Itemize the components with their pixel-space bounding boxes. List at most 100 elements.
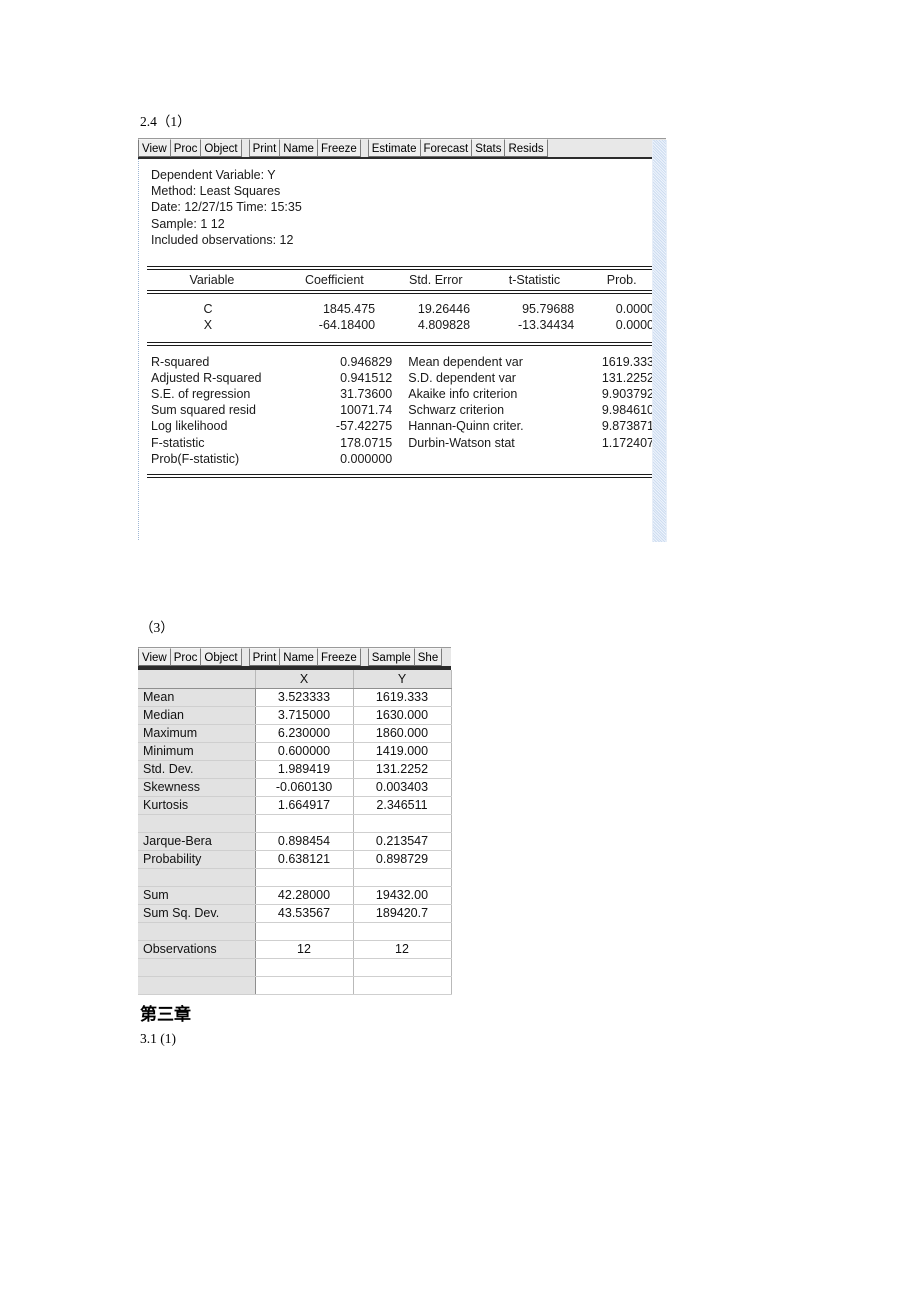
table-row[interactable]: Std. Dev. 1.989419 131.2252 xyxy=(138,760,452,779)
stat-row-12-x[interactable]: 43.53567 xyxy=(255,904,354,923)
stat-row-16-x xyxy=(255,976,354,995)
stat-row-3-x[interactable]: 0.600000 xyxy=(255,742,354,761)
table-row[interactable]: Maximum 6.230000 1860.000 xyxy=(138,724,452,743)
stat-row-11-label: Sum xyxy=(138,886,256,905)
stat-row-12-label: Sum Sq. Dev. xyxy=(138,904,256,923)
stat-row-1-x[interactable]: 3.715000 xyxy=(255,706,354,725)
col-header-coefficient: Coefficient xyxy=(304,273,364,288)
table-row[interactable]: Kurtosis 1.664917 2.346511 xyxy=(138,796,452,815)
summary-1-value-left: 0.941512 xyxy=(340,370,393,385)
stat-row-9-x[interactable]: 0.638121 xyxy=(255,850,354,869)
table-row[interactable]: Observations 12 12 xyxy=(138,940,452,959)
toolbar-button-proc[interactable]: Proc xyxy=(169,139,202,157)
equation-toolbar: View Proc Object Print Name Freeze Estimate F… xyxy=(138,138,666,159)
toolbar-button-name[interactable]: Name xyxy=(279,139,318,157)
stat-row-2-label: Maximum xyxy=(138,724,256,743)
coef-row-1-coefficient: -64.18400 xyxy=(318,318,376,333)
stat-row-1-y[interactable]: 1630.000 xyxy=(353,706,452,725)
toolbar-button-estimate[interactable]: Estimate xyxy=(367,139,421,157)
stats-toolbar-button-sheet[interactable]: She xyxy=(413,648,443,666)
stats-toolbar-button-freeze[interactable]: Freeze xyxy=(316,648,361,666)
dependent-variable-line: Dependent Variable: Y xyxy=(151,168,276,182)
stat-row-10-label xyxy=(138,868,256,887)
stats-toolbar-button-sample[interactable]: Sample xyxy=(367,648,415,666)
stat-row-10-x xyxy=(255,868,354,887)
toolbar-button-freeze[interactable]: Freeze xyxy=(316,139,361,157)
table-row[interactable]: Probability 0.638121 0.898729 xyxy=(138,850,452,869)
stat-row-16-label xyxy=(138,976,256,995)
rule-above-coef-header xyxy=(147,266,656,271)
table-row: Log likelihood -57.42275 Hannan-Quinn cr… xyxy=(139,418,666,434)
table-row[interactable]: Median 3.715000 1630.000 xyxy=(138,706,452,725)
toolbar-button-print[interactable]: Print xyxy=(248,139,281,157)
stats-toolbar-button-object[interactable]: Object xyxy=(200,648,242,666)
table-row[interactable]: Jarque-Bera 0.898454 0.213547 xyxy=(138,832,452,851)
table-row[interactable]: Skewness -0.060130 0.003403 xyxy=(138,778,452,797)
stat-row-0-y[interactable]: 1619.333 xyxy=(353,688,452,707)
stat-row-15-x xyxy=(255,958,354,977)
table-row-spacer xyxy=(138,814,452,833)
stat-row-7-label xyxy=(138,814,256,833)
stat-row-9-label: Probability xyxy=(138,850,256,869)
stat-row-5-y[interactable]: 0.003403 xyxy=(353,778,452,797)
coefficient-table-header-row: Variable Coefficient Std. Error t-Statis… xyxy=(139,272,666,288)
coef-row-0-variable: C xyxy=(203,302,213,317)
stat-row-5-label: Skewness xyxy=(138,778,256,797)
stat-row-9-y[interactable]: 0.898729 xyxy=(353,850,452,869)
date-time-line: Date: 12/27/15 Time: 15:35 xyxy=(151,200,302,215)
stats-toolbar-button-name[interactable]: Name xyxy=(279,648,318,666)
stats-toolbar-group-3: Sample She xyxy=(367,648,443,666)
coefficient-table: Variable Coefficient Std. Error t-Statis… xyxy=(139,272,666,288)
equation-window-vertical-scrollbar[interactable] xyxy=(652,140,667,542)
col-header-t-statistic: t-Statistic xyxy=(508,273,561,288)
table-row[interactable]: Minimum 0.600000 1419.000 xyxy=(138,742,452,761)
stat-row-3-y[interactable]: 1419.000 xyxy=(353,742,452,761)
toolbar-button-forecast[interactable]: Forecast xyxy=(419,139,473,157)
stat-row-5-x[interactable]: -0.060130 xyxy=(255,778,354,797)
descriptive-header-row: X Y xyxy=(138,670,452,689)
stats-toolbar-button-proc[interactable]: Proc xyxy=(169,648,202,666)
stats-toolbar-button-print[interactable]: Print xyxy=(248,648,281,666)
stat-row-11-y[interactable]: 19432.00 xyxy=(353,886,452,905)
toolbar-button-object[interactable]: Object xyxy=(200,139,242,157)
stat-row-12-y[interactable]: 189420.7 xyxy=(353,904,452,923)
coef-row-0-t-statistic: 95.79688 xyxy=(522,302,575,317)
table-row[interactable]: Sum Sq. Dev. 43.53567 189420.7 xyxy=(138,904,452,923)
stat-row-4-x[interactable]: 1.989419 xyxy=(255,760,354,779)
toolbar-button-view[interactable]: View xyxy=(138,139,171,157)
rule-above-summary xyxy=(147,341,656,346)
stat-row-7-y xyxy=(353,814,452,833)
table-row[interactable]: Sum 42.28000 19432.00 xyxy=(138,886,452,905)
stat-row-7-x xyxy=(255,814,354,833)
stat-row-4-label: Std. Dev. xyxy=(138,760,256,779)
sample-line: Sample: 1 12 xyxy=(151,216,225,231)
stat-row-4-y[interactable]: 131.2252 xyxy=(353,760,452,779)
stat-row-0-x[interactable]: 3.523333 xyxy=(255,688,354,707)
table-row-spacer xyxy=(138,922,452,941)
summary-1-label-left: Adjusted R-squared xyxy=(151,370,262,385)
summary-2-label-right: Akaike info criterion xyxy=(408,387,518,402)
col-header-variable: Variable xyxy=(189,273,235,288)
stat-row-2-y[interactable]: 1860.000 xyxy=(353,724,452,743)
summary-3-value-left: 10071.74 xyxy=(340,403,393,418)
stats-toolbar-button-view[interactable]: View xyxy=(138,648,171,666)
table-row[interactable]: Mean 3.523333 1619.333 xyxy=(138,688,452,707)
section-label-3: （3） xyxy=(140,620,174,635)
stat-row-2-x[interactable]: 6.230000 xyxy=(255,724,354,743)
summary-0-value-left: 0.946829 xyxy=(340,354,393,369)
stat-row-6-label: Kurtosis xyxy=(138,796,256,815)
toolbar-button-resids[interactable]: Resids xyxy=(504,139,548,157)
rule-below-coef-header xyxy=(147,290,656,295)
stat-row-11-x[interactable]: 42.28000 xyxy=(255,886,354,905)
stat-row-6-y[interactable]: 2.346511 xyxy=(353,796,452,815)
stat-row-6-x[interactable]: 1.664917 xyxy=(255,796,354,815)
summary-0-label-left: R-squared xyxy=(151,354,210,369)
stat-row-14-x[interactable]: 12 xyxy=(255,940,354,959)
table-row: Prob(F-statistic) 0.000000 xyxy=(139,451,666,467)
stat-row-8-y[interactable]: 0.213547 xyxy=(353,832,452,851)
stat-row-14-y[interactable]: 12 xyxy=(353,940,452,959)
table-row-spacer xyxy=(138,976,452,995)
stat-row-8-x[interactable]: 0.898454 xyxy=(255,832,354,851)
toolbar-button-stats[interactable]: Stats xyxy=(471,139,506,157)
stat-row-1-label: Median xyxy=(138,706,256,725)
